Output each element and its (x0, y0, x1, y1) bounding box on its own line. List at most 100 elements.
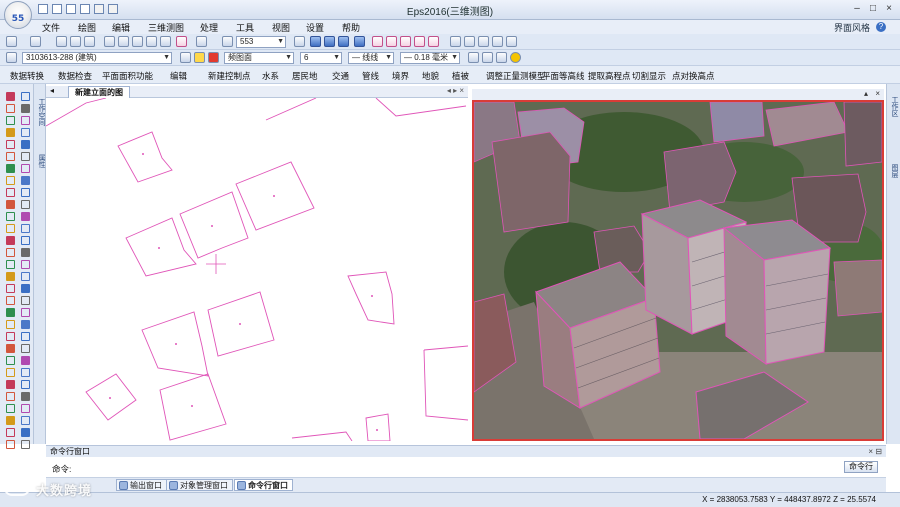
arc-tool-icon[interactable] (6, 116, 15, 125)
line-tool-icon[interactable] (6, 92, 15, 101)
arc-tool-icon[interactable] (6, 212, 15, 221)
copy-icon[interactable] (70, 36, 81, 47)
zoom-in-icon[interactable] (104, 36, 115, 47)
rect-tool-icon[interactable] (6, 296, 15, 305)
tab-output[interactable]: 输出窗口 (116, 479, 167, 491)
cmd-vegetation[interactable]: 植被 (452, 70, 469, 82)
measure-icon[interactable] (478, 36, 489, 47)
menu-3d[interactable]: 三维测图 (148, 21, 184, 34)
lineweight-combo[interactable]: — 0.18 毫米 ▼ (400, 52, 460, 64)
menu-process[interactable]: 处理 (200, 21, 218, 34)
text-tool-icon[interactable] (6, 416, 15, 425)
cmd-control-point[interactable]: 新建控制点 (208, 70, 251, 82)
layer-manager-icon[interactable] (6, 52, 17, 63)
menu-tools[interactable]: 工具 (236, 21, 254, 34)
cmd-data-convert[interactable]: 数据转换 (10, 70, 44, 82)
arc-tool-icon[interactable] (6, 164, 15, 173)
circle-tool-icon[interactable] (21, 296, 30, 305)
dock-tab-1[interactable]: 工作空间 (35, 98, 45, 138)
polyline-tool-icon[interactable] (21, 332, 30, 341)
layer-icon[interactable] (294, 36, 305, 47)
line-tool-icon[interactable] (6, 380, 15, 389)
line-tool-icon[interactable] (6, 188, 15, 197)
cmd-terrain[interactable]: 地貌 (422, 70, 439, 82)
rect-tool-icon[interactable] (6, 440, 15, 449)
cmd-pipeline[interactable]: 管线 (362, 70, 379, 82)
point-tool-icon[interactable] (21, 308, 30, 317)
point-tool-icon[interactable] (21, 164, 30, 173)
cmd-traffic[interactable]: 交通 (332, 70, 349, 82)
dock-tab-2[interactable]: 属性 (35, 154, 45, 184)
circle-tool-icon[interactable] (21, 248, 30, 257)
undo-icon[interactable] (6, 36, 17, 47)
style-combo[interactable]: 频图面 ▼ (224, 52, 294, 64)
prop-a-icon[interactable] (468, 52, 479, 63)
cmd-residential[interactable]: 居民地 (292, 70, 318, 82)
cmd-data-check[interactable]: 数据检查 (58, 70, 92, 82)
right-dock-tab-1[interactable]: 工作区 (888, 96, 898, 132)
back-view-icon[interactable] (196, 36, 207, 47)
cmd-extract-elev[interactable]: 提取高程点 (588, 70, 631, 82)
point-tool-icon[interactable] (21, 404, 30, 413)
polyline-tool-icon[interactable] (21, 380, 30, 389)
line-tool-icon[interactable] (6, 332, 15, 341)
text-tool-icon[interactable] (6, 128, 15, 137)
circle-tool-icon[interactable] (21, 440, 30, 449)
line-tool-icon[interactable] (6, 140, 15, 149)
close-button[interactable]: × (882, 2, 896, 16)
help-icon[interactable]: ? (876, 22, 886, 32)
circle-tool-icon[interactable] (21, 344, 30, 353)
cmd-boundary[interactable]: 境界 (392, 70, 409, 82)
drawing-canvas[interactable] (46, 98, 468, 441)
pin-icon[interactable]: ▴ (864, 89, 868, 98)
point-tool-icon[interactable] (21, 116, 30, 125)
menu-help[interactable]: 帮助 (342, 21, 360, 34)
text-tool-icon[interactable] (6, 224, 15, 233)
hatch-tool-icon[interactable] (21, 224, 30, 233)
hatch-tool-icon[interactable] (21, 368, 30, 377)
hatch-tool-icon[interactable] (21, 320, 30, 329)
circle-tool-icon[interactable] (21, 104, 30, 113)
point-tool-icon[interactable] (21, 260, 30, 269)
text-tool-icon[interactable] (6, 320, 15, 329)
redo-icon[interactable] (30, 36, 41, 47)
tab-object-manager[interactable]: 对象管理窗口 (166, 479, 233, 491)
cmd-contour[interactable]: 平面等高线 (542, 70, 585, 82)
table-icon[interactable] (324, 36, 335, 47)
window-icon[interactable] (338, 36, 349, 47)
circle-tool-icon[interactable] (21, 152, 30, 161)
document-tab[interactable]: 新建立面的图 (68, 86, 130, 98)
tile-icon[interactable] (354, 36, 365, 47)
zoom-combo[interactable]: 553 ▼ (236, 36, 286, 48)
arc-tool-icon[interactable] (6, 356, 15, 365)
line-tool-icon[interactable] (6, 284, 15, 293)
area-icon[interactable] (492, 36, 503, 47)
polyline-tool-icon[interactable] (21, 428, 30, 437)
zoom-out-icon[interactable] (118, 36, 129, 47)
menu-settings[interactable]: 设置 (306, 21, 324, 34)
cmd-edit[interactable]: 编辑 (170, 70, 187, 82)
layer-combo[interactable]: 3103613-288 (建筑) ▼ (22, 52, 172, 64)
rotate-icon[interactable] (400, 36, 411, 47)
rect-tool-icon[interactable] (6, 248, 15, 257)
polyline-tool-icon[interactable] (21, 284, 30, 293)
hatch-tool-icon[interactable] (21, 272, 30, 281)
pan-hand-icon[interactable] (146, 36, 157, 47)
menu-draw[interactable]: 绘图 (78, 21, 96, 34)
cmd-cut-display[interactable]: 切割显示 (632, 70, 666, 82)
paste-icon[interactable] (84, 36, 95, 47)
polyline-tool-icon[interactable] (21, 92, 30, 101)
stereo-icon[interactable] (386, 36, 397, 47)
tilt-icon[interactable] (428, 36, 439, 47)
lock-icon[interactable] (208, 52, 219, 63)
close-3d-icon[interactable]: × (875, 89, 880, 98)
app-logo[interactable]: 55 (4, 1, 32, 29)
tab-left-arrow-icon[interactable]: ◂ (50, 86, 54, 95)
cmd-point-swap[interactable]: 点对换高点 (672, 70, 715, 82)
orbit-icon[interactable] (414, 36, 425, 47)
right-dock-tab-2[interactable]: 图层 (888, 164, 898, 200)
grid-icon[interactable] (310, 36, 321, 47)
rect-tool-icon[interactable] (6, 344, 15, 353)
rect-tool-icon[interactable] (6, 200, 15, 209)
height-icon[interactable] (506, 36, 517, 47)
